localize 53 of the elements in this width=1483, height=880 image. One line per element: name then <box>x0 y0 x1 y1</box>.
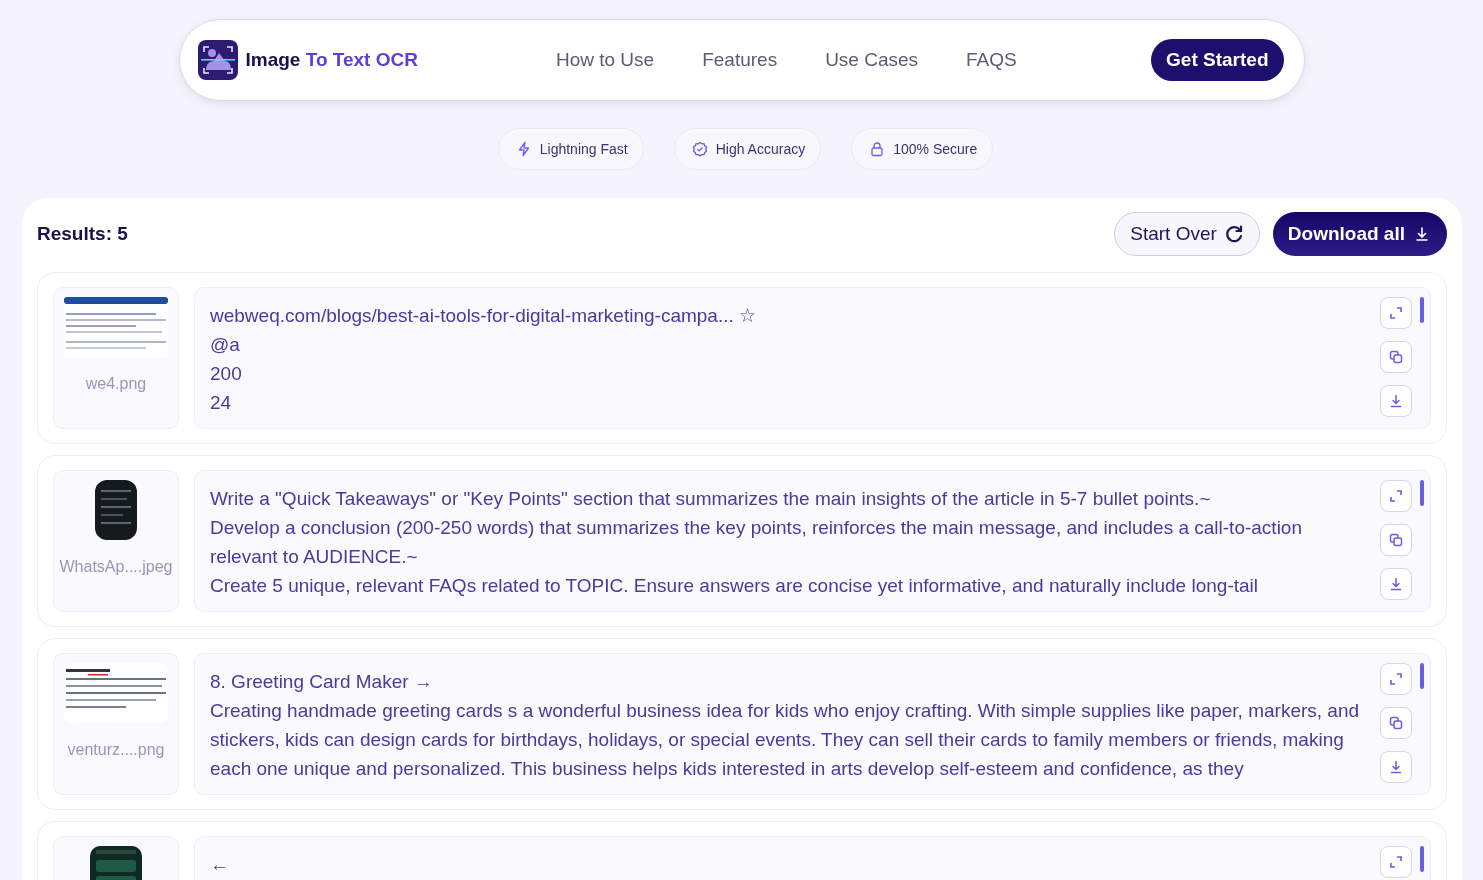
file-name: venturz....png <box>67 741 165 759</box>
file-name: WhatsAp....jpeg <box>59 558 173 576</box>
copy-icon <box>1388 715 1404 731</box>
text-line: 200 <box>210 362 243 386</box>
scrollbar-thumb <box>1420 846 1424 872</box>
copy-button[interactable] <box>1380 707 1412 739</box>
badge-label: High Accuracy <box>715 141 806 157</box>
app-title: Image To Text OCR <box>245 49 418 71</box>
expand-icon <box>1388 488 1404 504</box>
copy-icon <box>1388 532 1404 548</box>
lock-icon <box>869 141 886 157</box>
nav-link[interactable]: Use Cases <box>825 49 919 71</box>
copy-button[interactable] <box>1380 524 1412 556</box>
expand-icon <box>1388 305 1404 321</box>
expand-button[interactable] <box>1380 297 1412 329</box>
expand-button[interactable] <box>1380 663 1412 695</box>
get-started-button[interactable]: Get Started <box>1151 39 1284 81</box>
results-count: Results: 5 <box>37 223 129 245</box>
scrollbar-thumb <box>1420 663 1424 689</box>
badge-label: Lightning Fast <box>539 141 628 157</box>
text-line: webweq.com/blogs/best-ai-tools-for-digital-marketing-campa... ☆ <box>210 304 758 328</box>
text-line: Develop a conclusion (200-250 words) that summarizes the key points, reinforces the main message, and includes a call-to-action relevant to AUDIENCE.~ <box>210 516 1303 569</box>
nav-link[interactable]: FAQS <box>966 49 1017 71</box>
expand-button[interactable] <box>1380 480 1412 512</box>
nav-link[interactable]: How to Use <box>555 49 655 71</box>
text-line: Write a "Quick Takeaways" or "Key Points" section that summarizes the main insights of the article in 5-7 bullet points.~ <box>210 487 1212 511</box>
text-line: 8. Greeting Card Maker → <box>210 670 434 694</box>
text-line: ← <box>210 853 230 877</box>
refresh-icon <box>1223 224 1244 244</box>
badge-label: 100% Secure <box>893 141 978 157</box>
download-icon <box>1388 393 1404 409</box>
start-over-button[interactable]: Start Over <box>1114 212 1260 256</box>
download-all-button[interactable]: Download all <box>1272 212 1447 256</box>
scrollbar-thumb <box>1420 297 1424 323</box>
download-button[interactable] <box>1380 568 1412 600</box>
download-icon <box>1388 759 1404 775</box>
expand-icon <box>1388 854 1404 870</box>
download-button[interactable] <box>1380 751 1412 783</box>
text-line: 24 <box>210 391 233 415</box>
copy-button[interactable] <box>1380 341 1412 373</box>
logo-icon <box>197 40 238 80</box>
download-icon <box>1388 576 1404 592</box>
download-button[interactable] <box>1380 385 1412 417</box>
text-line: @a <box>210 333 241 357</box>
file-name: we4.png <box>85 375 147 393</box>
verified-badge-icon <box>691 141 708 157</box>
text-line: Creating handmade greeting cards s a wonderful business idea for kids who enjoy crafting. With simple supplies like paper, markers, and stickers, kids can design cards for birthdays, holidays, or special events. They can sell their cards to family members or friends, making each one unique and personalized. This business helps kids interested in arts develop self-esteem and confidence, as they <box>210 699 1361 781</box>
copy-icon <box>1388 349 1404 365</box>
scrollbar-thumb <box>1420 480 1424 506</box>
text-line: Create 5 unique, relevant FAQs related to TOPIC. Ensure answers are concise yet informative, and naturally include long-tail <box>210 574 1259 598</box>
expand-icon <box>1388 671 1404 687</box>
expand-button[interactable] <box>1380 846 1412 878</box>
nav-link[interactable]: Features <box>702 49 778 71</box>
